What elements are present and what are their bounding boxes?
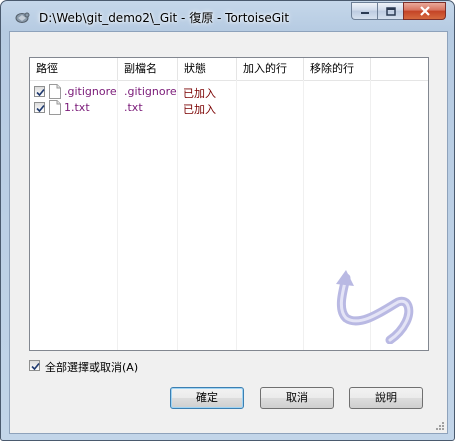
- cancel-button[interactable]: 取消: [260, 387, 334, 409]
- select-all-label[interactable]: 全部選擇或取消(A): [45, 359, 138, 375]
- row-status: 已加入: [183, 87, 216, 100]
- window-title: D:\Web\git_demo2\_Git - 復原 - TortoiseGit: [39, 11, 290, 25]
- checkmark-icon: [31, 362, 40, 371]
- help-button[interactable]: 說明: [349, 387, 423, 409]
- column-header-path[interactable]: 路徑: [30, 58, 118, 80]
- file-icon: [49, 100, 61, 115]
- table-row[interactable]: 1.txt .txt 已加入: [30, 100, 428, 116]
- file-icon: [49, 84, 61, 99]
- minimize-icon: [360, 12, 369, 14]
- row-status: 已加入: [183, 103, 216, 116]
- table-row[interactable]: .gitignore .gitignore 已加入: [30, 84, 428, 100]
- dialog-body: 路徑 副檔名 狀態 加入的行 移除的行 .gitignore .gitignor…: [9, 31, 448, 434]
- close-button[interactable]: [403, 2, 446, 20]
- checkmark-icon: [36, 88, 45, 97]
- row-checkbox[interactable]: [34, 86, 45, 97]
- column-divider: [177, 80, 178, 350]
- tortoisegit-icon: [15, 12, 30, 23]
- row-checkbox[interactable]: [34, 102, 45, 113]
- close-icon: [419, 6, 430, 16]
- column-divider: [117, 80, 118, 350]
- select-all-box[interactable]: [29, 360, 40, 371]
- column-header-lines-removed[interactable]: 移除的行: [304, 58, 371, 80]
- checkmark-icon: [36, 104, 45, 113]
- row-path: .gitignore: [64, 85, 117, 98]
- row-ext: .gitignore: [124, 85, 177, 98]
- file-list[interactable]: 路徑 副檔名 狀態 加入的行 移除的行 .gitignore .gitignor…: [29, 57, 429, 351]
- resize-grip-icon[interactable]: [434, 420, 445, 431]
- row-path: 1.txt: [64, 101, 90, 114]
- minimize-button[interactable]: [351, 2, 377, 20]
- caption-buttons: [351, 2, 446, 21]
- maximize-icon: [385, 6, 396, 16]
- row-ext: .txt: [124, 101, 143, 114]
- list-header: 路徑 副檔名 狀態 加入的行 移除的行: [30, 58, 428, 81]
- title-bar[interactable]: D:\Web\git_demo2\_Git - 復原 - TortoiseGit: [1, 1, 454, 31]
- revert-arrow-watermark-icon: [336, 270, 414, 344]
- column-divider: [303, 80, 304, 350]
- ok-button[interactable]: 確定: [170, 387, 244, 409]
- column-header-lines-added[interactable]: 加入的行: [237, 58, 304, 80]
- dialog-window: D:\Web\git_demo2\_Git - 復原 - TortoiseGit…: [0, 0, 455, 441]
- column-header-status[interactable]: 狀態: [178, 58, 237, 80]
- maximize-button[interactable]: [377, 2, 403, 20]
- column-header-ext[interactable]: 副檔名: [118, 58, 178, 80]
- column-divider: [236, 80, 237, 350]
